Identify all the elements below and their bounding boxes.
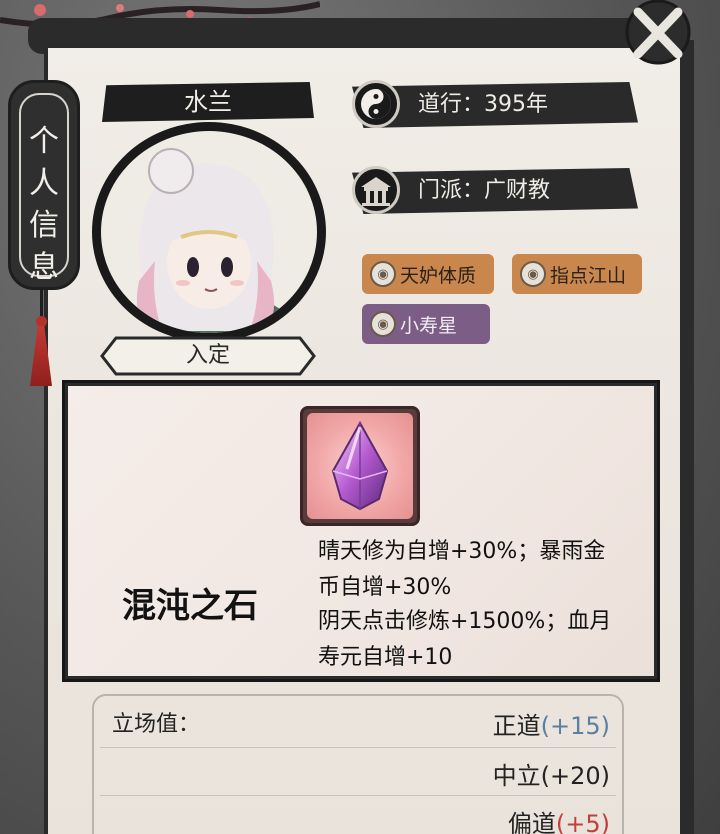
item-desc-line: 阴天点击修炼+1500%；血月 [318,609,612,634]
cultivation-text: 道行：395年 [418,92,548,117]
stance-name: 中立 [492,762,541,790]
item-desc-line: 寿元自增+10 [318,645,453,670]
sect-building-icon [352,166,400,214]
tab-label-text: 个人信息 [29,124,59,285]
close-button[interactable] [616,0,696,70]
character-name: 水兰 [184,88,232,116]
yin-yang-icon [352,80,400,128]
stance-name: 正道 [492,712,541,740]
tassel-knot [36,316,47,327]
money-bag-icon: ◉ [370,261,396,287]
item-icon-background [307,413,413,519]
yin-yang-glyph [361,89,391,119]
trait-tag[interactable]: ◉ 小寿星 [362,304,490,344]
tab-label: 个人信息 [21,121,67,289]
status-label: 入定 [185,343,230,368]
item-name: 混沌之石 [122,586,258,626]
stance-delta: (+15) [540,712,610,740]
stance-value: 中立(+20) [493,756,610,791]
stance-name: 偏道 [507,810,556,834]
personal-info-tab[interactable]: 个人信息 [8,80,80,290]
trait-tag[interactable]: ◉ 天妒体质 [362,254,494,294]
trait-label: 指点江山 [550,264,627,287]
trait-tag[interactable]: ◉ 指点江山 [512,254,642,294]
item-desc-line: 币自增+30% [318,575,452,600]
money-bag-icon: ◉ [520,261,546,287]
stance-value: 正道(+15) [493,706,610,741]
panel-right-edge [680,40,694,834]
trait-label: 天妒体质 [400,264,477,287]
sect-building-glyph [361,177,391,206]
item-desc-line: 晴天修为自增+30%；暴雨金 [318,539,606,564]
close-icon [625,0,691,65]
stance-delta: (+20) [540,762,610,790]
trait-label: 小寿星 [400,314,458,337]
stance-value: 偏道(+5) [508,804,610,834]
money-bag-icon: ◉ [370,311,396,337]
crystal-icon [331,420,389,511]
stance-delta: (+5) [555,810,610,834]
tab-inner-border: 个人信息 [19,93,69,285]
sect-text: 门派：广财教 [418,178,551,203]
avatar[interactable] [92,122,326,342]
item-icon-slot[interactable] [300,406,420,526]
character-portrait [122,148,300,333]
